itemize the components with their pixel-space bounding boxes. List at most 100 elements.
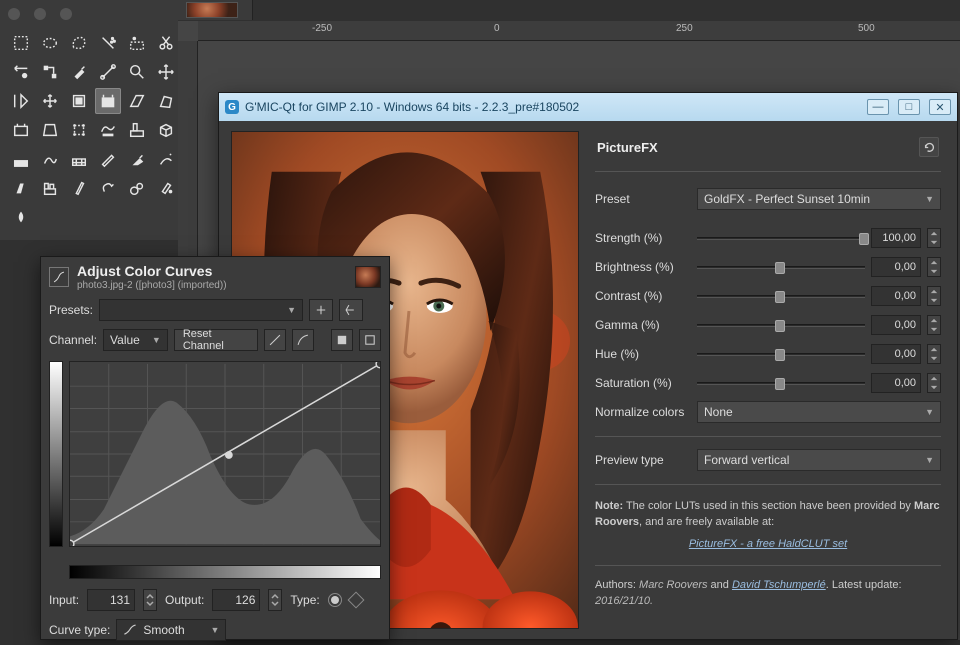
- tool-crop[interactable]: [37, 88, 63, 114]
- tool-ink[interactable]: [8, 175, 34, 201]
- tool-warp[interactable]: [124, 117, 150, 143]
- gmic-author2-link[interactable]: David Tschumperlé: [732, 579, 826, 591]
- param-normalize: Normalize colors None▼: [595, 399, 941, 425]
- slider-track[interactable]: [697, 347, 865, 361]
- tool-flip[interactable]: [66, 117, 92, 143]
- slider-spinner[interactable]: [927, 315, 941, 335]
- curve-vgradient: [49, 361, 63, 547]
- slider-spinner[interactable]: [927, 373, 941, 393]
- tool-rotate[interactable]: [66, 88, 92, 114]
- point-type-corner[interactable]: [347, 592, 364, 609]
- histogram-linear-button[interactable]: [264, 329, 286, 351]
- slider-value[interactable]: 0,00: [871, 257, 921, 277]
- ruler-mark: 500: [858, 23, 875, 34]
- slider-value[interactable]: 100,00: [871, 228, 921, 248]
- tool-unified-transform[interactable]: [8, 117, 34, 143]
- presets-dropdown[interactable]: ▼: [99, 299, 303, 321]
- curve-view-button-2[interactable]: [359, 329, 381, 351]
- slider-thumb[interactable]: [859, 233, 869, 245]
- slider-thumb[interactable]: [775, 349, 785, 361]
- tool-gradient[interactable]: [37, 146, 63, 172]
- slider-thumb[interactable]: [775, 262, 785, 274]
- document-tab[interactable]: [178, 0, 253, 20]
- tool-handle-transform[interactable]: [37, 117, 63, 143]
- param-preset: Preset GoldFX - Perfect Sunset 10min▼: [595, 186, 941, 212]
- reset-channel-button[interactable]: Reset Channel: [174, 329, 258, 351]
- normalize-select[interactable]: None▼: [697, 401, 941, 423]
- window-maximize-button[interactable]: □: [898, 99, 920, 115]
- slider-track[interactable]: [697, 231, 865, 245]
- slider-value[interactable]: 0,00: [871, 315, 921, 335]
- curves-header[interactable]: Adjust Color Curves photo3.jpg-2 ([photo…: [41, 257, 389, 295]
- curve-canvas[interactable]: [69, 361, 381, 547]
- slider-value[interactable]: 0,00: [871, 286, 921, 306]
- curves-dialog: Adjust Color Curves photo3.jpg-2 ([photo…: [40, 256, 390, 640]
- slider-thumb[interactable]: [775, 291, 785, 303]
- ruler-mark: 250: [676, 23, 693, 34]
- tool-rect-select[interactable]: [8, 30, 34, 56]
- channel-select[interactable]: Value▼: [103, 329, 168, 351]
- tool-blur[interactable]: [153, 175, 179, 201]
- slider-spinner[interactable]: [927, 344, 941, 364]
- gmic-titlebar[interactable]: G G'MIC-Qt for GIMP 2.10 - Windows 64 bi…: [219, 93, 957, 121]
- curve-view-button-1[interactable]: [331, 329, 353, 351]
- tool-zoom[interactable]: [124, 59, 150, 85]
- tool-smudge[interactable]: [8, 204, 34, 230]
- tool-pencil[interactable]: [66, 146, 92, 172]
- tool-3d[interactable]: [153, 117, 179, 143]
- slider-spinner[interactable]: [927, 228, 941, 248]
- slider-track[interactable]: [697, 289, 865, 303]
- output-value[interactable]: 126: [212, 589, 260, 611]
- window-close-button[interactable]: ✕: [929, 99, 951, 115]
- tool-paintbrush[interactable]: [95, 146, 121, 172]
- histogram-log-button[interactable]: [292, 329, 314, 351]
- tool-shear[interactable]: [124, 88, 150, 114]
- tool-bucket-fill[interactable]: [8, 146, 34, 172]
- tool-heal[interactable]: [95, 175, 121, 201]
- tool-align[interactable]: [8, 88, 34, 114]
- gmic-reload-button[interactable]: [919, 137, 939, 157]
- tool-cage[interactable]: [95, 117, 121, 143]
- slider-label: Saturation (%): [595, 376, 691, 390]
- preset-select[interactable]: GoldFX - Perfect Sunset 10min▼: [697, 188, 941, 210]
- slider-thumb[interactable]: [775, 320, 785, 332]
- tool-scissors[interactable]: [153, 30, 179, 56]
- slider-value[interactable]: 0,00: [871, 373, 921, 393]
- tool-foreground-select[interactable]: [8, 59, 34, 85]
- slider-spinner[interactable]: [927, 257, 941, 277]
- tool-by-color-select[interactable]: [124, 30, 150, 56]
- window-minimize-button[interactable]: —: [867, 99, 889, 115]
- tool-perspective-clone[interactable]: [124, 175, 150, 201]
- point-type-smooth[interactable]: [328, 593, 342, 607]
- tool-clone[interactable]: [66, 175, 92, 201]
- slider-track[interactable]: [697, 376, 865, 390]
- curves-preview-thumb: [355, 266, 381, 288]
- output-spinner[interactable]: [268, 589, 282, 611]
- slider-track[interactable]: [697, 260, 865, 274]
- slider-track[interactable]: [697, 318, 865, 332]
- gmic-app-icon: G: [225, 100, 239, 114]
- presets-label: Presets:: [49, 303, 93, 317]
- preset-save-button[interactable]: [339, 299, 363, 321]
- tool-ellipse-select[interactable]: [37, 30, 63, 56]
- tool-scale[interactable]: [95, 88, 121, 114]
- preset-add-button[interactable]: [309, 299, 333, 321]
- gmic-link[interactable]: PictureFX - a free HaldCLUT set: [689, 538, 847, 550]
- preview-type-select[interactable]: Forward vertical▼: [697, 449, 941, 471]
- tool-paths[interactable]: [37, 59, 63, 85]
- tool-eraser[interactable]: [124, 146, 150, 172]
- tool-perspective[interactable]: [153, 88, 179, 114]
- slider-thumb[interactable]: [775, 378, 785, 390]
- tool-move[interactable]: [153, 59, 179, 85]
- tool-free-select[interactable]: [66, 30, 92, 56]
- input-spinner[interactable]: [143, 589, 157, 611]
- curve-type-select[interactable]: Smooth ▼: [116, 619, 226, 641]
- tool-measure[interactable]: [95, 59, 121, 85]
- slider-value[interactable]: 0,00: [871, 344, 921, 364]
- tool-mypaint[interactable]: [37, 175, 63, 201]
- tool-fuzzy-select[interactable]: [95, 30, 121, 56]
- tool-airbrush[interactable]: [153, 146, 179, 172]
- input-value[interactable]: 131: [87, 589, 135, 611]
- slider-spinner[interactable]: [927, 286, 941, 306]
- tool-color-picker[interactable]: [66, 59, 92, 85]
